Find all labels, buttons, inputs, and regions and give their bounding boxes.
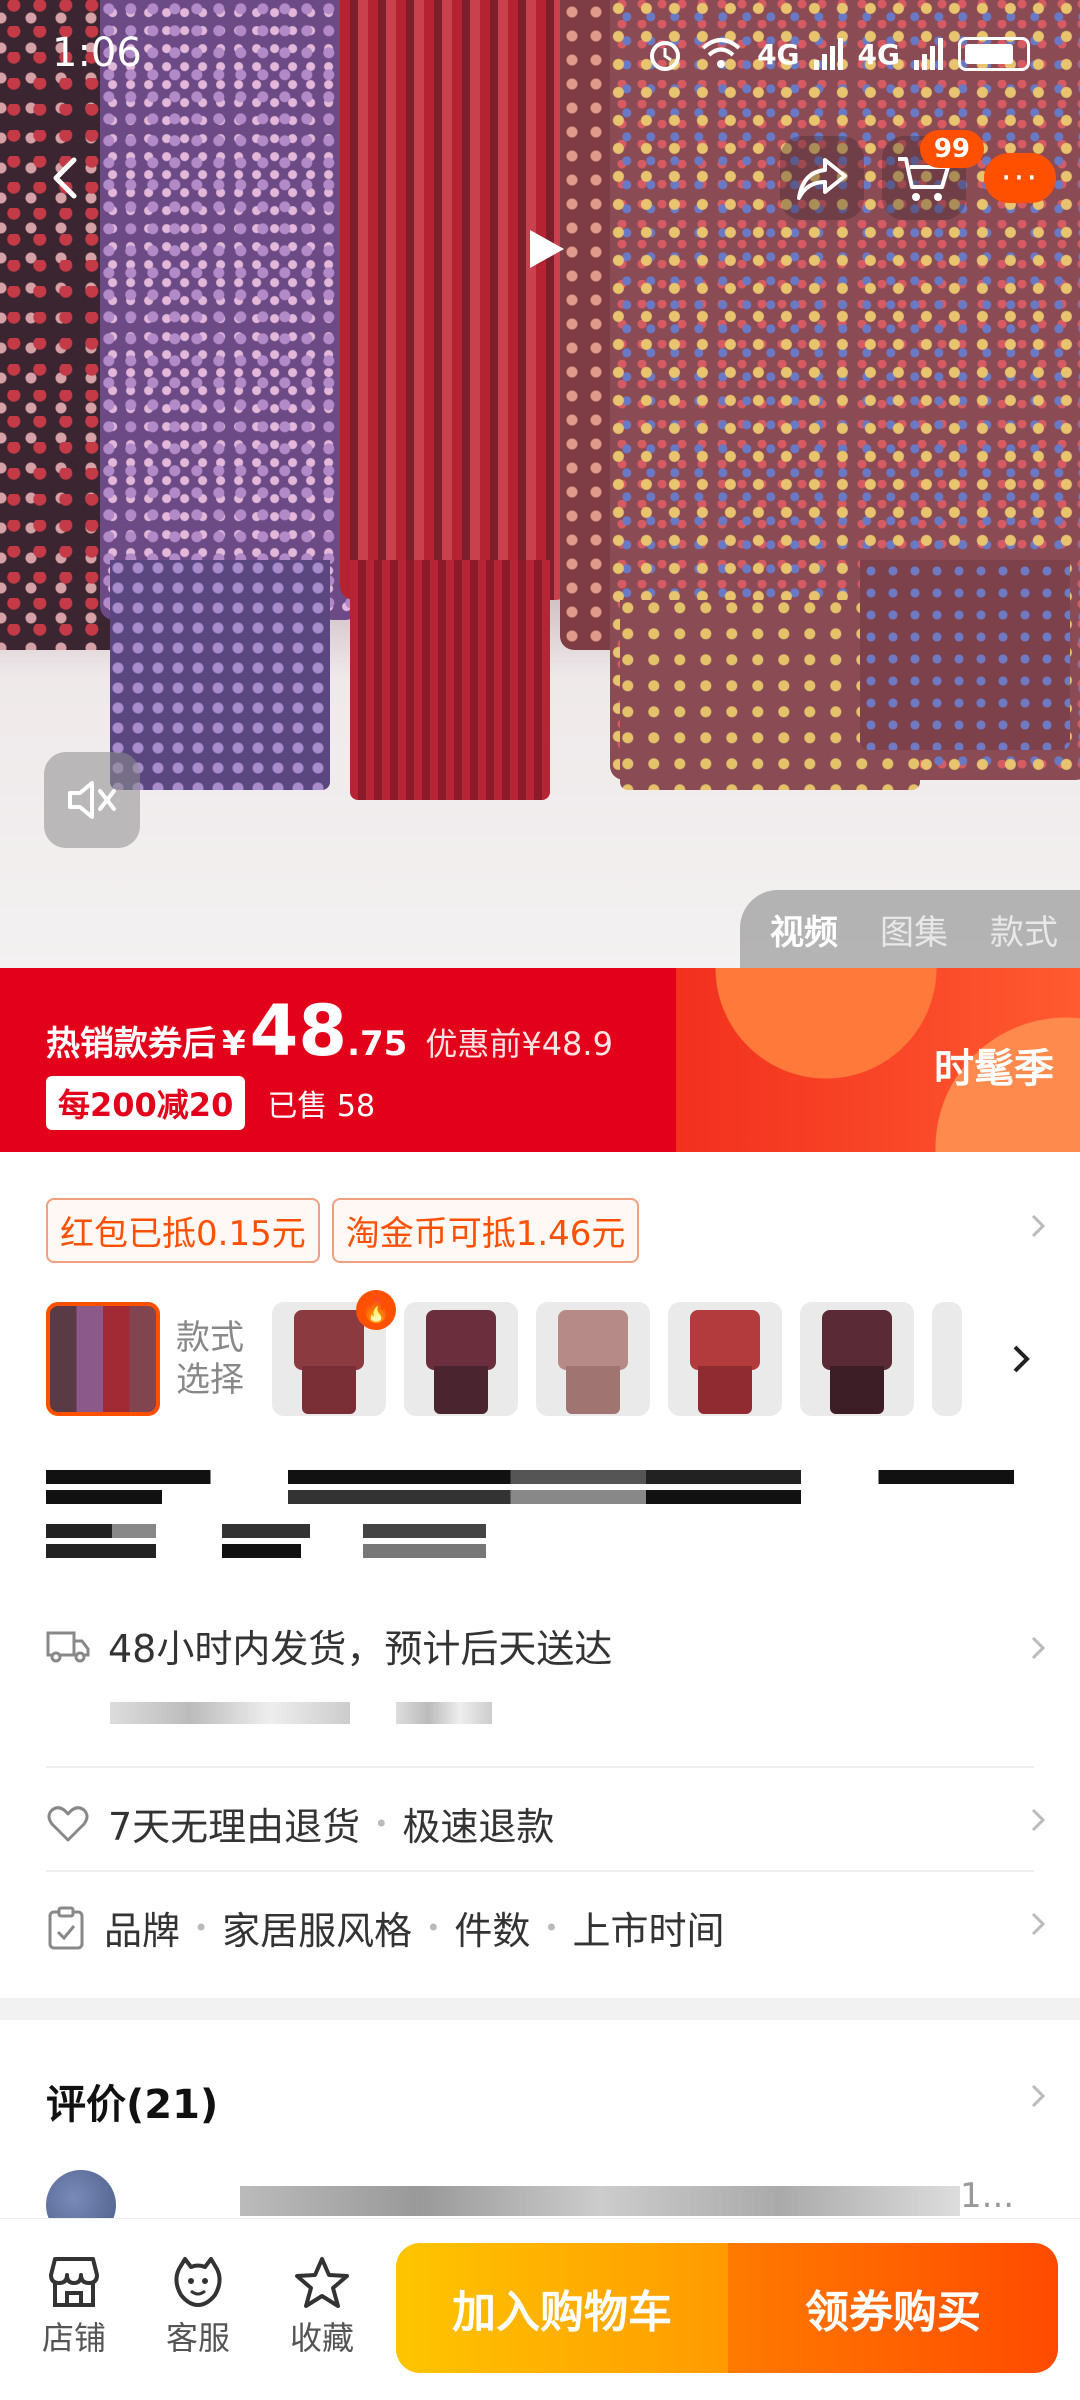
shipping-text: 48小时内发货，预计后天送达 — [108, 1627, 613, 1671]
variant-thumb[interactable] — [404, 1302, 518, 1416]
separator-dot: • — [544, 1913, 559, 1942]
favorite-label: 收藏 — [289, 2319, 354, 2357]
customer-service-icon — [174, 2257, 222, 2307]
shop-icon — [49, 2257, 99, 2307]
redacted-address — [396, 1702, 492, 1724]
variant-thumb[interactable] — [668, 1302, 782, 1416]
service-button[interactable]: 客服 — [148, 2255, 248, 2359]
price-banner: 热销款券后 ¥ 48 .75 优惠前¥48.9 每200减20 已售 58 时髦… — [0, 968, 1080, 1152]
shop-button[interactable]: 店铺 — [24, 2255, 124, 2359]
status-bar: 1:06 4G 4G — [0, 0, 1080, 110]
variant-thumb[interactable] — [536, 1302, 650, 1416]
status-time: 1:06 — [52, 30, 142, 76]
redacted-address — [110, 1702, 350, 1724]
param-item: 家居服风格 — [222, 1909, 413, 1953]
mute-button[interactable] — [44, 752, 140, 848]
param-item: 上市时间 — [572, 1909, 725, 1953]
back-icon[interactable] — [40, 150, 96, 206]
price-currency: ¥ — [222, 1024, 246, 1064]
pants-image — [110, 560, 330, 790]
clipboard-icon — [48, 1906, 84, 1949]
variant-label-line1: 款式 — [176, 1318, 244, 1358]
chevron-right-icon[interactable] — [1006, 1342, 1036, 1376]
review-truncated: 1... — [960, 2176, 1015, 2216]
play-icon[interactable] — [522, 226, 568, 272]
reviews-title[interactable]: 评价(21) — [46, 2072, 218, 2130]
original-price: 优惠前¥48.9 — [425, 1025, 613, 1063]
network-label: 4G — [857, 37, 900, 71]
divider — [46, 1870, 1034, 1872]
redacted-review — [240, 2186, 960, 2216]
returns-label: 7天无理由退货 — [108, 1805, 361, 1849]
separator-dot: • — [194, 1913, 209, 1942]
top-actions: 99 ··· — [780, 130, 1056, 220]
signal-icon — [914, 38, 943, 70]
promo-tag: 每200减20 — [46, 1076, 246, 1130]
pants-image — [350, 560, 550, 800]
params-row[interactable]: 品牌 • 家居服风格 • 件数 • 上市时间 — [46, 1900, 1036, 1955]
variant-label-line2: 选择 — [176, 1360, 244, 1400]
wifi-icon — [701, 38, 741, 68]
coupon-redpacket[interactable]: 红包已抵0.15元 — [46, 1198, 320, 1263]
service-label: 客服 — [165, 2319, 230, 2357]
media-tabs: 视频 图集 款式 — [740, 890, 1080, 968]
chevron-right-icon[interactable] — [1024, 1634, 1052, 1662]
heart-icon — [47, 1805, 89, 1841]
refund-label: 极速退款 — [402, 1805, 555, 1849]
variant-label: 款式 选择 — [160, 1317, 272, 1401]
shipping-row[interactable]: 48小时内发货，预计后天送达 — [46, 1618, 1036, 1673]
price-prefix: 热销款券后 — [46, 1024, 216, 1064]
battery-icon — [958, 37, 1030, 71]
sold-count: 已售 58 — [267, 1089, 376, 1124]
price-integer: 48 — [249, 990, 348, 1072]
network-label: 4G — [757, 37, 800, 71]
mute-icon — [68, 781, 116, 819]
star-icon — [295, 2257, 349, 2308]
alarm-icon — [650, 41, 681, 71]
coupon-row[interactable]: 红包已抵0.15元 淘金币可抵1.46元 — [46, 1198, 640, 1263]
separator-dot: • — [426, 1913, 441, 1942]
hot-icon: 🔥 — [356, 1290, 396, 1330]
tab-styles[interactable]: 款式 — [990, 905, 1058, 954]
variant-thumb[interactable] — [800, 1302, 914, 1416]
chevron-right-icon[interactable] — [1024, 1806, 1052, 1834]
promo-row: 每200减20 已售 58 — [46, 1076, 375, 1130]
cart-badge: 99 — [919, 130, 984, 168]
variant-selector[interactable]: 款式 选择 — [46, 1302, 962, 1416]
pants-image — [860, 560, 1070, 750]
favorite-button[interactable]: 收藏 — [272, 2255, 372, 2359]
chevron-right-icon[interactable] — [1024, 1910, 1052, 1938]
tab-gallery[interactable]: 图集 — [880, 905, 948, 954]
separator-dot: • — [374, 1809, 389, 1838]
bottom-bar: 店铺 客服 收藏 加入购物车 领券购买 — [0, 2218, 1080, 2400]
chevron-right-icon[interactable] — [1024, 1212, 1052, 1240]
price-line: 热销款券后 ¥ 48 .75 优惠前¥48.9 — [46, 990, 613, 1072]
price-decimal: .75 — [347, 1024, 408, 1064]
variant-thumb-partial[interactable] — [932, 1302, 962, 1416]
add-to-cart-button[interactable]: 加入购物车 — [396, 2243, 728, 2373]
variant-main-thumb[interactable] — [46, 1302, 160, 1416]
share-icon — [797, 158, 847, 200]
season-label: 时髦季 — [934, 1046, 1054, 1092]
tab-video[interactable]: 视频 — [770, 905, 838, 954]
chevron-right-icon[interactable] — [1024, 2082, 1052, 2110]
param-item: 品牌 — [104, 1909, 181, 1953]
param-item: 件数 — [454, 1909, 531, 1953]
shop-label: 店铺 — [41, 2319, 106, 2357]
returns-text: 7天无理由退货 • 极速退款 — [108, 1796, 554, 1851]
section-gap — [0, 1998, 1080, 2020]
params-text: 品牌 • 家居服风格 • 件数 • 上市时间 — [104, 1900, 725, 1955]
truck-icon — [46, 1631, 90, 1662]
signal-icon — [813, 38, 843, 70]
returns-row[interactable]: 7天无理由退货 • 极速退款 — [46, 1796, 1036, 1851]
buy-with-coupon-button[interactable]: 领券购买 — [728, 2243, 1058, 2373]
more-button[interactable]: ··· — [984, 153, 1056, 203]
status-icons: 4G 4G — [645, 34, 1030, 74]
share-button[interactable] — [780, 136, 864, 220]
cart-button[interactable]: 99 — [882, 130, 984, 220]
coupon-taojinbi[interactable]: 淘金币可抵1.46元 — [331, 1198, 640, 1263]
divider — [46, 1766, 1034, 1768]
product-title — [46, 1470, 1014, 1564]
